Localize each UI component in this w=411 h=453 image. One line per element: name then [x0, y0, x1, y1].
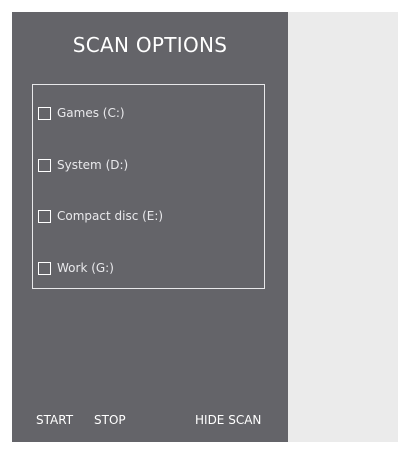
drive-label-system: System (D:) [57, 158, 129, 172]
drive-option-system[interactable]: System (D:) [38, 158, 128, 172]
content-pane [288, 12, 398, 442]
drive-option-games[interactable]: Games (C:) [38, 106, 125, 120]
drive-checkbox-compact-disc[interactable] [38, 209, 51, 223]
start-button[interactable]: START [36, 413, 73, 427]
drive-label-games: Games (C:) [57, 106, 125, 120]
drive-checkbox-work[interactable] [38, 261, 51, 275]
stop-button[interactable]: STOP [94, 413, 126, 427]
drive-label-compact-disc: Compact disc (E:) [57, 209, 164, 223]
drive-option-work[interactable]: Work (G:) [38, 261, 114, 275]
drive-option-compact-disc[interactable]: Compact disc (E:) [38, 209, 163, 223]
drive-checkbox-games[interactable] [38, 106, 51, 120]
drive-list: Games (C:) System (D:) Compact disc (E:)… [32, 84, 265, 289]
drive-checkbox-system[interactable] [38, 158, 51, 172]
hide-scan-button[interactable]: HIDE SCAN [195, 413, 261, 427]
panel-title: SCAN OPTIONS [72, 33, 228, 57]
scan-controls: START STOP HIDE SCAN [12, 402, 288, 442]
drive-label-work: Work (G:) [57, 261, 114, 275]
app-window: SCAN OPTIONS Games (C:) System (D:) Comp… [0, 0, 411, 453]
scan-options-panel: SCAN OPTIONS Games (C:) System (D:) Comp… [12, 12, 288, 442]
